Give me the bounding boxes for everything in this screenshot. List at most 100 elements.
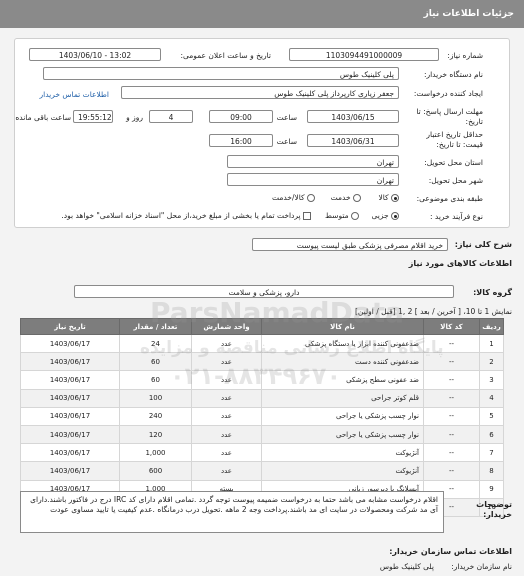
process-medium-text: متوسط <box>325 211 349 220</box>
cell-row: 7 <box>479 443 504 463</box>
deadline-label: مهلت ارسال پاسخ: تا <box>416 107 483 116</box>
cell-row: 2 <box>479 352 504 372</box>
cell-code: -- <box>423 370 480 390</box>
validity-label: حداقل تاریخ اعتبار <box>426 130 483 139</box>
payment-note-text: پرداخت تمام یا بخشی از مبلغ خرید،از محل … <box>61 211 301 220</box>
cell-date: 1403/06/17 <box>20 370 120 390</box>
cell-name: ضد عفونی سطح پزشکی <box>261 370 424 390</box>
payment-checkbox[interactable] <box>303 212 311 220</box>
cell-qty: 60 <box>119 352 192 372</box>
col-code: کد کالا <box>423 318 480 335</box>
table-row: 8 -- آنژیوکت عدد 600 1403/06/17 <box>20 461 504 481</box>
cell-code: -- <box>423 461 480 481</box>
cell-qty: 120 <box>119 424 192 445</box>
validity-date-field: 1403/06/31 <box>307 134 399 147</box>
page-title: جزئیات اطلاعات نیاز <box>423 9 514 19</box>
need-number-label: شماره نیاز: <box>447 51 483 60</box>
table-header-row: ردیف کد کالا نام کالا واحد شمارش تعداد /… <box>20 318 504 335</box>
need-number-field: 1103094491000009 <box>289 48 439 61</box>
creator-field: جعفر زیاری کارپرداز پلی کلینیک طوس <box>121 86 399 99</box>
goods-table: ردیف کد کالا نام کالا واحد شمارش تعداد /… <box>20 318 504 517</box>
process-medium-radio[interactable] <box>351 212 359 220</box>
description-label: توضیحات خریدار: <box>476 500 512 519</box>
page-header: جزئیات اطلاعات نیاز <box>0 0 524 28</box>
category-goods-option[interactable]: کالا <box>378 193 399 202</box>
province-label: استان محل تحویل: <box>424 158 483 167</box>
payment-note-option[interactable]: پرداخت تمام یا بخشی از مبلغ خرید،از محل … <box>61 211 311 220</box>
cell-name: نوار چسب پزشکی یا جراحی <box>261 424 424 445</box>
category-both-text: کالا/خدمت <box>271 193 305 202</box>
process-small-text: جزیی <box>371 211 389 220</box>
days-field: 4 <box>149 110 193 123</box>
cell-row: 3 <box>479 370 504 390</box>
city-label: شهر محل تحویل: <box>428 176 483 185</box>
cell-row: 4 <box>479 388 504 408</box>
deadline-time-field: 09:00 <box>209 110 273 123</box>
cell-unit: عدد <box>191 333 262 354</box>
cell-code: -- <box>423 333 480 354</box>
category-both-radio[interactable] <box>307 194 315 202</box>
table-row: 7 -- آنژیوکت عدد 1,000 1403/06/17 <box>20 443 504 463</box>
cell-name: نوار چسب پزشکی یا جراحی <box>261 406 424 426</box>
validity-time-label: ساعت <box>276 137 297 146</box>
deadline-time-label: ساعت <box>276 113 297 122</box>
cell-row: 9 <box>479 479 504 499</box>
description-field: اقلام درخواست مشابه می باشد حتما به درخو… <box>20 491 444 533</box>
process-label: نوع فرآیند خرید : <box>429 212 483 221</box>
cell-code: -- <box>423 424 480 445</box>
goods-info-title: اطلاعات کالاهای مورد نیاز <box>408 259 512 268</box>
announce-label: تاریخ و ساعت اعلان عمومی: <box>180 51 271 60</box>
category-service-option[interactable]: خدمت <box>331 193 361 202</box>
cell-code: -- <box>423 388 480 408</box>
col-qty: تعداد / مقدار <box>119 318 192 335</box>
cell-name: ضدعفونی کننده دست <box>261 352 424 372</box>
cell-qty: 24 <box>119 333 192 354</box>
table-row: 4 -- قلم کوتر جراحی عدد 100 1403/06/17 <box>20 388 504 408</box>
cell-date: 1403/06/17 <box>20 352 120 372</box>
cell-unit: عدد <box>191 352 262 372</box>
summary-field: خرید اقلام مصرفی پزشکی طبق لیست پیوست <box>252 238 448 251</box>
cell-unit: عدد <box>191 443 262 463</box>
cell-row: 6 <box>479 424 504 445</box>
cell-qty: 1,000 <box>119 443 192 463</box>
cell-qty: 600 <box>119 461 192 481</box>
validity-time-field: 16:00 <box>209 134 273 147</box>
cell-date: 1403/06/17 <box>20 461 120 481</box>
cell-code: -- <box>423 406 480 426</box>
deadline-date-field: 1403/06/15 <box>307 110 399 123</box>
buyer-contact-link[interactable]: اطلاعات تماس خریدار <box>40 90 110 99</box>
cell-code: -- <box>423 443 480 463</box>
process-small-radio[interactable] <box>391 212 399 220</box>
need-details-panel: شماره نیاز: 1103094491000009 تاریخ و ساع… <box>14 38 510 228</box>
cell-name: آنژیوکت <box>261 443 424 463</box>
cell-row: 5 <box>479 406 504 426</box>
category-goods-radio[interactable] <box>391 194 399 202</box>
creator-label: ایجاد کننده درخواست: <box>413 89 483 98</box>
category-both-option[interactable]: کالا/خدمت <box>272 193 315 202</box>
pagination[interactable]: نمایش 1 تا 10، [ آخرین / بعد ] 2 ,1 [قبل… <box>355 307 512 316</box>
table-row: 3 -- ضد عفونی سطح پزشکی عدد 60 1403/06/17 <box>20 370 504 390</box>
col-row: ردیف <box>479 318 504 335</box>
category-service-radio[interactable] <box>353 194 361 202</box>
province-field: تهران <box>227 155 399 168</box>
days-label: روز و <box>126 113 143 122</box>
cell-unit: عدد <box>191 461 262 481</box>
footer-buyer-value: پلی کلینیک طوس <box>379 562 434 571</box>
category-label: طبقه بندی موضوعی: <box>416 194 483 203</box>
cell-qty: 100 <box>119 388 192 408</box>
announce-field: 1403/06/10 - 13:02 <box>29 48 161 61</box>
city-field: تهران <box>227 173 399 186</box>
col-unit: واحد شمارش <box>191 318 262 335</box>
table-row: 6 -- نوار چسب پزشکی یا جراحی عدد 120 1403/06/… <box>20 424 504 445</box>
cell-date: 1403/06/17 <box>20 424 120 445</box>
cell-qty: 60 <box>119 370 192 390</box>
process-small-option[interactable]: جزیی <box>371 211 399 220</box>
remaining-time-field: 19:55:12 <box>73 110 113 123</box>
cell-date: 1403/06/17 <box>20 406 120 426</box>
table-row: 2 -- ضدعفونی کننده دست عدد 60 1403/06/17 <box>20 352 504 372</box>
col-name: نام کالا <box>261 318 424 335</box>
process-medium-option[interactable]: متوسط <box>325 211 359 220</box>
validity-date-label: قیمت: تا تاریخ: <box>436 140 483 149</box>
cell-unit: عدد <box>191 370 262 390</box>
footer-title: اطلاعات تماس سازمان خریدار: <box>389 547 512 556</box>
